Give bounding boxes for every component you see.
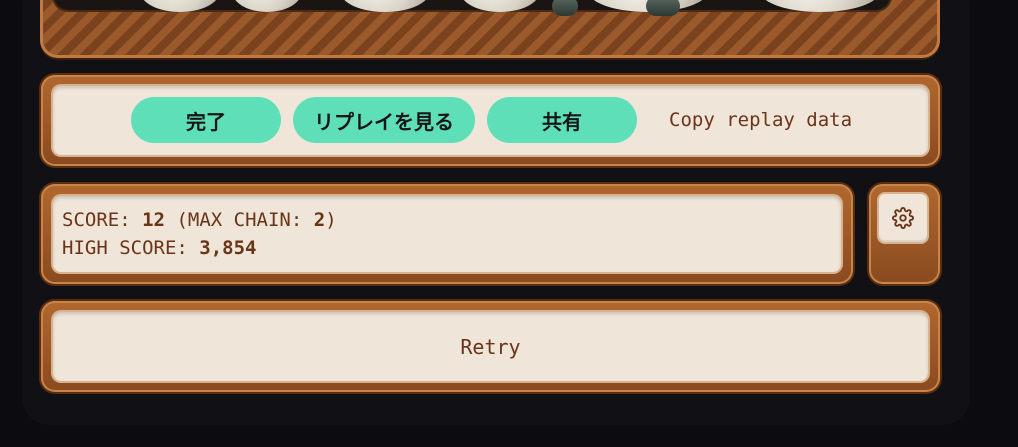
piece-cap	[552, 0, 578, 16]
retry-button[interactable]: Retry	[53, 312, 928, 381]
retry-panel: Retry	[41, 301, 940, 392]
score-line: SCORE: 12 (MAX CHAIN: 2)	[62, 206, 337, 234]
score-value: 12	[142, 209, 165, 231]
max-chain-label: (MAX CHAIN:	[176, 209, 303, 231]
settings-button[interactable]	[879, 194, 927, 242]
high-score-value: 3,854	[199, 237, 257, 259]
action-panel-inner: 完了 リプレイを見る 共有 Copy replay data	[53, 86, 928, 155]
score-text: SCORE: 12 (MAX CHAIN: 2) HIGH SCORE: 3,8…	[62, 206, 337, 262]
watch-replay-button[interactable]: リプレイを見る	[293, 97, 475, 143]
retry-label: Retry	[460, 334, 521, 359]
score-label: SCORE:	[62, 209, 131, 231]
max-chain-close: )	[325, 209, 337, 231]
high-score-label: HIGH SCORE:	[62, 237, 188, 259]
done-button[interactable]: 完了	[131, 97, 281, 143]
settings-panel	[869, 184, 940, 284]
share-button[interactable]: 共有	[487, 97, 637, 143]
action-panel: 完了 リプレイを見る 共有 Copy replay data	[41, 75, 940, 166]
copy-replay-data-button[interactable]: Copy replay data	[669, 97, 852, 143]
max-chain-value: 2	[313, 209, 326, 231]
score-panel-inner: SCORE: 12 (MAX CHAIN: 2) HIGH SCORE: 3,8…	[53, 196, 841, 272]
piece-cap	[646, 0, 680, 16]
score-panel: SCORE: 12 (MAX CHAIN: 2) HIGH SCORE: 3,8…	[41, 184, 853, 284]
gear-icon	[892, 207, 914, 229]
high-score-line: HIGH SCORE: 3,854	[62, 234, 337, 262]
